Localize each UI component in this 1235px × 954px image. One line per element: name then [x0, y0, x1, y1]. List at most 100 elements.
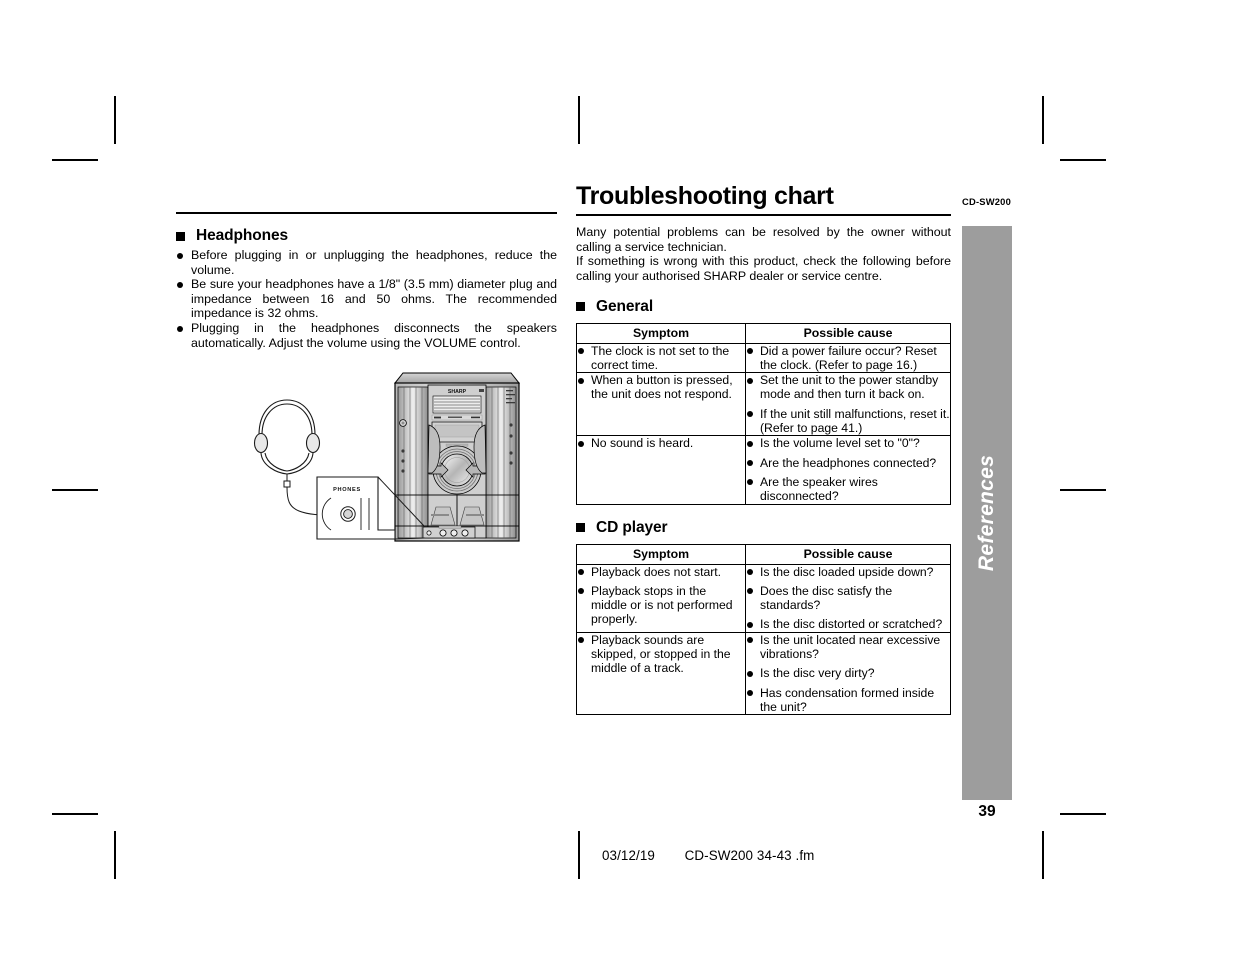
phones-callout-label: PHONES — [333, 487, 361, 493]
phones-callout-box: PHONES — [316, 476, 396, 540]
symptom-cell: No sound is heard. — [576, 435, 746, 505]
cause-list: Did a power failure occur? Reset the clo… — [746, 344, 950, 373]
list-item: Playback stops in the middle or is not p… — [577, 584, 745, 627]
column-header-symptom: Symptom — [576, 322, 746, 344]
intro-paragraph: If something is wrong with this product,… — [576, 254, 951, 283]
cd-player-troubleshooting-table: Symptom Possible cause Playback does not… — [576, 543, 951, 716]
list-item: Does the disc satisfy the standards? — [746, 584, 950, 613]
column-header-possible-cause: Possible cause — [745, 322, 951, 344]
column-header-symptom: Symptom — [576, 543, 746, 565]
crop-mark-top-right-vertical — [1042, 96, 1044, 144]
symptom-cell: Playback sounds are skipped, or stopped … — [576, 631, 746, 716]
symptom-list: Playback does not start. Playback stops … — [577, 565, 745, 627]
stereo-unit-graphic: SHARP — [393, 372, 521, 542]
symptom-list: No sound is heard. — [577, 436, 745, 450]
crop-mark-bottom-right-vertical — [1042, 831, 1044, 879]
phones-jack-icon — [426, 530, 432, 536]
title-rule — [576, 214, 951, 217]
crop-mark-top-left-vertical — [114, 96, 116, 144]
list-item: Did a power failure occur? Reset the clo… — [746, 344, 950, 373]
cause-cell: Is the volume level set to "0"? Are the … — [745, 435, 951, 505]
cause-list: Set the unit to the power standby mode a… — [746, 373, 950, 435]
left-column-rule — [176, 212, 557, 214]
footer: 03/12/19 CD-SW200 34-43 .fm — [602, 848, 814, 863]
list-item: Is the volume level set to "0"? — [746, 436, 950, 450]
table-row: Playback does not start. Playback stops … — [576, 563, 951, 633]
crop-mark-top-center-vertical — [578, 96, 580, 144]
symptom-list: When a button is pressed, the unit does … — [577, 373, 745, 402]
chapter-side-tab: References — [962, 226, 1012, 800]
footer-filename: CD-SW200 34-43 .fm — [684, 848, 815, 863]
list-item: Be sure your headphones have a 1/8" (3.5… — [176, 277, 557, 321]
list-item: Playback does not start. — [577, 565, 745, 579]
cause-cell: Is the unit located near excessive vibra… — [745, 631, 951, 716]
headphones-connection-illustration: SHARP PHONES — [243, 367, 533, 547]
list-item: Playback sounds are skipped, or stopped … — [577, 633, 745, 676]
intro-text: Many potential problems can be resolved … — [576, 225, 951, 283]
crop-mark-bottom-right-horizontal — [1060, 813, 1106, 815]
square-bullet-icon — [576, 302, 585, 312]
table-row: The clock is not set to the correct time… — [576, 342, 951, 374]
table-row: No sound is heard. Is the volume level s… — [576, 435, 951, 505]
footer-date: 03/12/19 — [602, 848, 655, 863]
right-column: Troubleshooting chart Many potential pro… — [576, 182, 951, 716]
list-item: No sound is heard. — [577, 436, 745, 450]
crop-mark-mid-left-horizontal — [52, 489, 98, 491]
list-item: Is the unit located near excessive vibra… — [746, 633, 950, 662]
symptom-cell: The clock is not set to the correct time… — [576, 342, 746, 374]
general-troubleshooting-table: Symptom Possible cause The clock is not … — [576, 322, 951, 505]
list-item: Plugging in the headphones disconnects t… — [176, 321, 557, 350]
list-item: Is the disc loaded upside down? — [746, 565, 950, 579]
cause-cell: Set the unit to the power standby mode a… — [745, 372, 951, 437]
headphones-section-heading: Headphones — [176, 227, 557, 245]
general-table-wrapper: Symptom Possible cause The clock is not … — [576, 322, 951, 505]
general-heading-label: General — [596, 297, 654, 315]
list-item: Set the unit to the power standby mode a… — [746, 373, 950, 402]
list-item: The clock is not set to the correct time… — [577, 344, 745, 373]
list-item: Before plugging in or unplugging the hea… — [176, 248, 557, 277]
headphones-bullet-list: Before plugging in or unplugging the hea… — [176, 248, 557, 350]
list-item: Has condensation formed inside the unit? — [746, 686, 950, 715]
symptom-cell: When a button is pressed, the unit does … — [576, 372, 746, 437]
crop-mark-top-left-horizontal — [52, 159, 98, 161]
crop-mark-bottom-left-horizontal — [52, 813, 98, 815]
crop-mark-bottom-left-vertical — [114, 831, 116, 879]
model-code-label: CD-SW200 — [962, 196, 1012, 207]
crop-mark-mid-right-horizontal — [1060, 489, 1106, 491]
cause-list: Is the volume level set to "0"? Are the … — [746, 436, 950, 503]
headphones-graphic — [253, 399, 321, 475]
cd-player-table-wrapper: Symptom Possible cause Playback does not… — [576, 543, 951, 716]
symptom-list: The clock is not set to the correct time… — [577, 344, 745, 373]
list-item: Is the disc distorted or scratched? — [746, 617, 950, 631]
page-number: 39 — [978, 803, 996, 820]
crop-mark-bottom-center-vertical — [578, 831, 580, 879]
cause-list: Is the unit located near excessive vibra… — [746, 633, 950, 714]
table-header-row: Symptom Possible cause — [576, 322, 951, 344]
left-column: Headphones Before plugging in or unplugg… — [176, 212, 557, 350]
square-bullet-icon — [576, 523, 585, 533]
page-title: Troubleshooting chart — [576, 182, 834, 210]
table-header-row: Symptom Possible cause — [576, 543, 951, 565]
column-header-possible-cause: Possible cause — [745, 543, 951, 565]
square-bullet-icon — [176, 231, 185, 241]
chapter-side-tab-label: References — [975, 454, 998, 572]
intro-paragraph: Many potential problems can be resolved … — [576, 225, 951, 254]
list-item: Are the headphones connected? — [746, 456, 950, 470]
headphones-heading-label: Headphones — [196, 227, 289, 244]
table-row: When a button is pressed, the unit does … — [576, 372, 951, 437]
cause-cell: Did a power failure occur? Reset the clo… — [745, 342, 951, 374]
list-item: Is the disc very dirty? — [746, 666, 950, 680]
table-row: Playback sounds are skipped, or stopped … — [576, 631, 951, 716]
crop-mark-top-right-horizontal — [1060, 159, 1106, 161]
list-item: When a button is pressed, the unit does … — [577, 373, 745, 402]
cause-cell: Is the disc loaded upside down? Does the… — [745, 563, 951, 633]
symptom-list: Playback sounds are skipped, or stopped … — [577, 633, 745, 676]
list-item: Are the speaker wires disconnected? — [746, 475, 950, 504]
general-section-heading: General — [576, 298, 951, 316]
symptom-cell: Playback does not start. Playback stops … — [576, 563, 746, 633]
cause-list: Is the disc loaded upside down? Does the… — [746, 565, 950, 632]
cd-player-section-heading: CD player — [576, 519, 951, 537]
manual-page: Headphones Before plugging in or unplugg… — [0, 0, 1235, 954]
cd-player-heading-label: CD player — [596, 518, 668, 536]
brand-label: SHARP — [448, 389, 467, 395]
